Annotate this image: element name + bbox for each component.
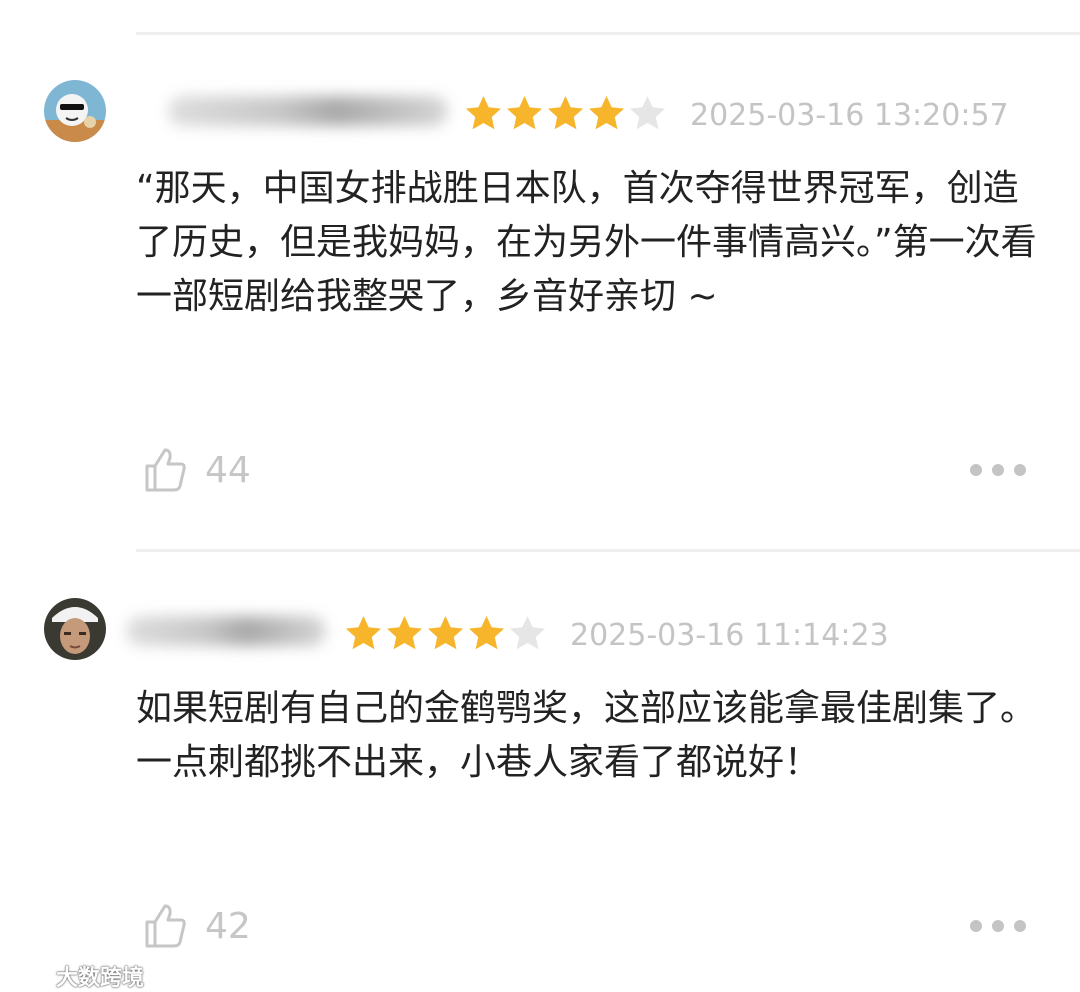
star-filled-icon	[345, 615, 382, 650]
watermark-logo	[8, 966, 52, 986]
star-filled-icon	[427, 615, 464, 650]
review-text: “那天，中国女排战胜日本队，首次夺得世界冠军，创造了历史，但是我妈妈，在为另外一…	[136, 168, 1037, 317]
watermark-text: 大数跨境	[56, 966, 145, 991]
star-rating	[344, 614, 547, 653]
star-empty-icon	[509, 615, 546, 650]
star-empty-icon	[629, 95, 666, 130]
star-filled-icon	[465, 95, 502, 130]
thumbs-up-icon	[143, 902, 187, 952]
star-filled-icon	[386, 615, 423, 650]
star-rating	[464, 94, 667, 133]
avatar[interactable]	[44, 80, 106, 142]
watermark: 大数跨境	[8, 960, 144, 992]
star-filled-icon	[506, 95, 543, 130]
star-filled-icon	[547, 95, 584, 130]
review-timestamp: 2025-03-16 13:20:57	[690, 98, 1009, 133]
avatar[interactable]	[44, 598, 106, 660]
more-dots-icon[interactable]	[970, 464, 1026, 476]
like-count: 42	[205, 906, 251, 947]
username-blurred[interactable]	[126, 616, 326, 646]
review-timestamp: 2025-03-16 11:14:23	[570, 618, 889, 653]
more-dots-icon[interactable]	[970, 920, 1026, 932]
divider-top	[136, 32, 1080, 35]
review-text: 如果短剧有自己的金鹤鹗奖，这部应该能拿最佳剧集了。一点刺都挑不出来，小巷人家看了…	[136, 688, 1037, 783]
thumbs-up-icon	[143, 446, 187, 496]
like-button[interactable]: 42	[143, 902, 251, 952]
divider-middle	[136, 549, 1080, 552]
star-filled-icon	[588, 95, 625, 130]
star-filled-icon	[468, 615, 505, 650]
like-count: 44	[205, 450, 251, 491]
like-button[interactable]: 44	[143, 446, 251, 496]
username-blurred[interactable]	[168, 96, 448, 126]
